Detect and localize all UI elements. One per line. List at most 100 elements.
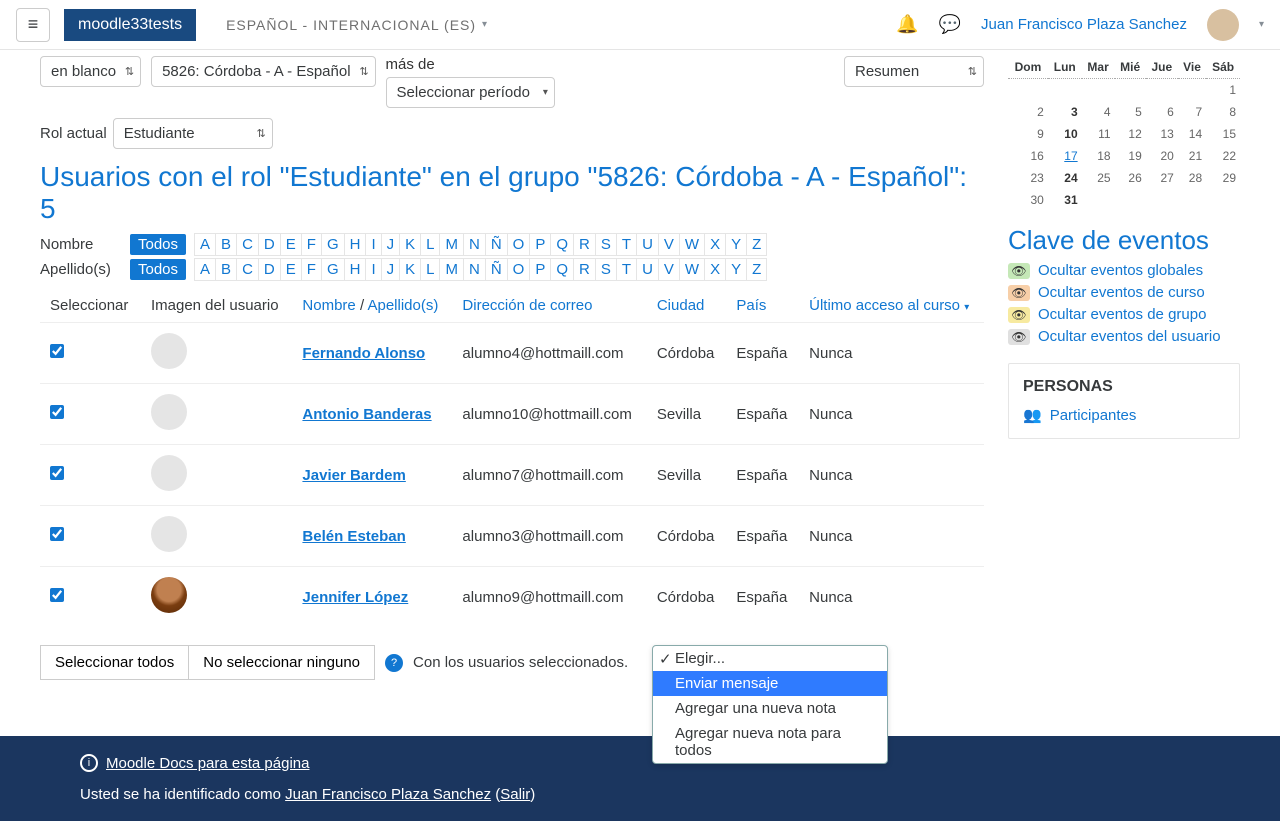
cal-day[interactable]: 19 xyxy=(1115,145,1146,167)
alpha-A[interactable]: A xyxy=(194,258,216,281)
user-picture[interactable] xyxy=(151,516,187,552)
th-lastaccess[interactable]: Último acceso al curso ▾ xyxy=(799,289,984,323)
group-select[interactable]: 5826: Córdoba - A - Español xyxy=(151,56,375,87)
user-link[interactable]: Belén Esteban xyxy=(302,528,405,545)
avatar[interactable] xyxy=(1207,9,1239,41)
firstname-all[interactable]: Todos xyxy=(130,234,186,255)
alpha-Y[interactable]: Y xyxy=(726,233,747,256)
row-checkbox[interactable] xyxy=(50,588,64,602)
cal-day[interactable]: 30 xyxy=(1008,189,1048,211)
alpha-Z[interactable]: Z xyxy=(747,233,767,256)
cal-day[interactable]: 8 xyxy=(1206,101,1240,123)
alpha-A[interactable]: A xyxy=(194,233,216,256)
cal-day[interactable]: 20 xyxy=(1146,145,1178,167)
user-link[interactable]: Antonio Banderas xyxy=(302,406,431,423)
alpha-K[interactable]: K xyxy=(400,258,421,281)
cal-day[interactable]: 9 xyxy=(1008,123,1048,145)
cal-day[interactable]: 3 xyxy=(1048,101,1082,123)
hamburger-menu[interactable]: ≡ xyxy=(16,8,50,42)
alpha-H[interactable]: H xyxy=(345,233,367,256)
alpha-B[interactable]: B xyxy=(216,258,237,281)
alpha-F[interactable]: F xyxy=(302,258,322,281)
cal-day[interactable]: 2 xyxy=(1008,101,1048,123)
legend-group[interactable]: 👁Ocultar eventos de grupo xyxy=(1008,306,1240,323)
user-picture[interactable] xyxy=(151,394,187,430)
user-menu-caret[interactable]: ▾ xyxy=(1259,19,1264,30)
cal-day[interactable]: 17 xyxy=(1048,145,1082,167)
dd-send-message[interactable]: Enviar mensaje xyxy=(653,671,887,696)
alpha-Z[interactable]: Z xyxy=(747,258,767,281)
alpha-L[interactable]: L xyxy=(421,233,440,256)
alpha-K[interactable]: K xyxy=(400,233,421,256)
cal-day[interactable]: 14 xyxy=(1178,123,1206,145)
cal-day[interactable]: 1 xyxy=(1206,79,1240,102)
cal-day[interactable]: 26 xyxy=(1115,167,1146,189)
legend-user[interactable]: 👁Ocultar eventos del usuario xyxy=(1008,328,1240,345)
select-none-button[interactable]: No seleccionar ninguno xyxy=(189,645,375,680)
alpha-N[interactable]: N xyxy=(464,258,486,281)
bell-icon[interactable]: 🔔 xyxy=(896,14,918,35)
user-link[interactable]: Fernando Alonso xyxy=(302,345,425,362)
lastname-all[interactable]: Todos xyxy=(130,259,186,280)
alpha-G[interactable]: G xyxy=(322,258,345,281)
alpha-M[interactable]: M xyxy=(440,233,464,256)
alpha-P[interactable]: P xyxy=(530,233,551,256)
cal-day[interactable]: 13 xyxy=(1146,123,1178,145)
alpha-Y[interactable]: Y xyxy=(726,258,747,281)
cal-day[interactable]: 11 xyxy=(1082,123,1115,145)
dd-add-note-all[interactable]: Agregar nueva nota para todos xyxy=(653,721,887,763)
alpha-I[interactable]: I xyxy=(366,258,381,281)
alpha-E[interactable]: E xyxy=(281,258,302,281)
cal-day[interactable]: 22 xyxy=(1206,145,1240,167)
dd-add-note[interactable]: Agregar una nueva nota xyxy=(653,696,887,721)
cal-day[interactable]: 23 xyxy=(1008,167,1048,189)
language-selector[interactable]: ESPAÑOL - INTERNACIONAL (ES) ▾ xyxy=(226,17,488,33)
row-checkbox[interactable] xyxy=(50,405,64,419)
action-dropdown[interactable]: Elegir... Enviar mensaje Agregar una nue… xyxy=(652,645,888,764)
alpha-S[interactable]: S xyxy=(596,258,617,281)
alpha-Ñ[interactable]: Ñ xyxy=(486,233,508,256)
summary-select[interactable]: Resumen xyxy=(844,56,984,87)
alpha-N[interactable]: N xyxy=(464,233,486,256)
participants-link[interactable]: 👥 Participantes xyxy=(1023,406,1225,424)
cal-day[interactable]: 18 xyxy=(1082,145,1115,167)
cal-day[interactable]: 10 xyxy=(1048,123,1082,145)
th-email[interactable]: Dirección de correo xyxy=(452,289,646,323)
th-country[interactable]: País xyxy=(726,289,799,323)
cal-day[interactable]: 21 xyxy=(1178,145,1206,167)
alpha-E[interactable]: E xyxy=(281,233,302,256)
cal-day[interactable]: 29 xyxy=(1206,167,1240,189)
row-checkbox[interactable] xyxy=(50,344,64,358)
legend-course[interactable]: 👁Ocultar eventos de curso xyxy=(1008,284,1240,301)
cal-day[interactable]: 24 xyxy=(1048,167,1082,189)
user-picture[interactable] xyxy=(151,333,187,369)
alpha-D[interactable]: D xyxy=(259,233,281,256)
alpha-X[interactable]: X xyxy=(705,258,726,281)
cal-day[interactable]: 7 xyxy=(1178,101,1206,123)
alpha-T[interactable]: T xyxy=(617,233,637,256)
user-picture[interactable] xyxy=(151,455,187,491)
alpha-V[interactable]: V xyxy=(659,233,680,256)
alpha-S[interactable]: S xyxy=(596,233,617,256)
cal-day[interactable]: 6 xyxy=(1146,101,1178,123)
alpha-Q[interactable]: Q xyxy=(551,258,574,281)
alpha-M[interactable]: M xyxy=(440,258,464,281)
alpha-X[interactable]: X xyxy=(705,233,726,256)
period-select[interactable]: Seleccionar período xyxy=(386,77,555,108)
alpha-Ñ[interactable]: Ñ xyxy=(486,258,508,281)
alpha-D[interactable]: D xyxy=(259,258,281,281)
role-select[interactable]: Estudiante xyxy=(113,118,273,149)
row-checkbox[interactable] xyxy=(50,527,64,541)
alpha-C[interactable]: C xyxy=(237,258,259,281)
cal-day[interactable]: 28 xyxy=(1178,167,1206,189)
alpha-G[interactable]: G xyxy=(322,233,345,256)
alpha-U[interactable]: U xyxy=(637,233,659,256)
select-all-button[interactable]: Seleccionar todos xyxy=(40,645,189,680)
moodle-docs-link[interactable]: Moodle Docs para esta página xyxy=(106,755,309,772)
cal-day[interactable]: 5 xyxy=(1115,101,1146,123)
message-icon[interactable]: 💬 xyxy=(939,14,961,35)
profile-link[interactable]: Juan Francisco Plaza Sanchez xyxy=(285,786,491,803)
th-city[interactable]: Ciudad xyxy=(647,289,727,323)
cal-day[interactable]: 15 xyxy=(1206,123,1240,145)
cal-day[interactable]: 27 xyxy=(1146,167,1178,189)
